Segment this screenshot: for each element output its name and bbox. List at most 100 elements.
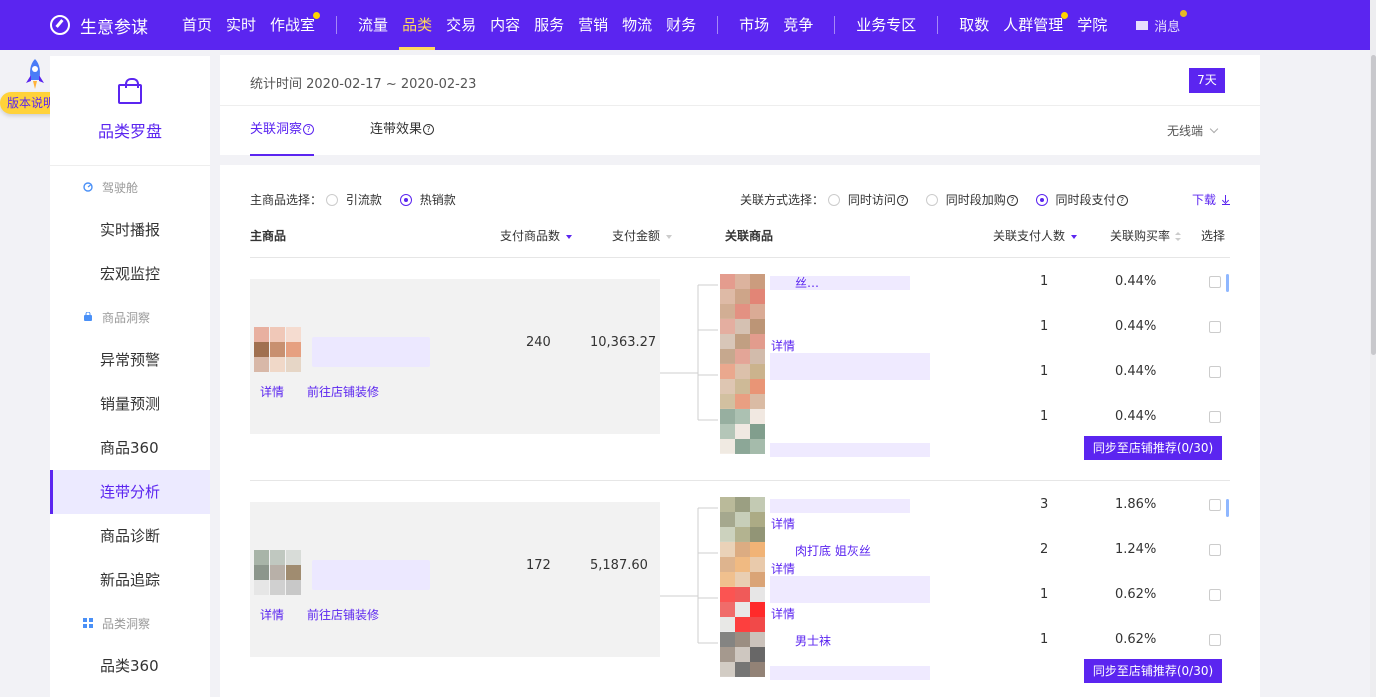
- sidebar-item[interactable]: 新品追踪: [50, 558, 210, 602]
- related-product-thumbnail[interactable]: [720, 587, 765, 632]
- detail-link[interactable]: 详情: [260, 383, 284, 400]
- sidebar-item[interactable]: 异常预警: [50, 338, 210, 382]
- select-checkbox[interactable]: [1209, 544, 1221, 556]
- nav-item[interactable]: 流量: [351, 0, 395, 50]
- radio-cart[interactable]: 同时段加购?: [925, 193, 1018, 207]
- select-checkbox[interactable]: [1209, 634, 1221, 646]
- related-product-thumbnail[interactable]: [720, 542, 765, 587]
- help-icon[interactable]: ?: [896, 195, 908, 206]
- tab-joint-effect[interactable]: 连带效果?: [370, 106, 435, 156]
- nav-item[interactable]: 交易: [439, 0, 483, 50]
- detail-link[interactable]: 详情: [260, 606, 284, 623]
- nav-item[interactable]: 作战室: [263, 0, 322, 50]
- brand[interactable]: 生意参谋: [50, 13, 175, 38]
- main-product-name[interactable]: [312, 560, 430, 590]
- related-list-scrollbar[interactable]: [1226, 274, 1229, 292]
- main-product-thumbnail[interactable]: [254, 550, 302, 595]
- nav-item[interactable]: 竞争: [776, 0, 820, 50]
- shop-decorate-link[interactable]: 前往店铺装修: [307, 383, 379, 400]
- related-list-scrollbar[interactable]: [1226, 499, 1229, 517]
- nav-item[interactable]: 取数: [952, 0, 996, 50]
- help-icon[interactable]: ?: [303, 124, 315, 135]
- col-pay-items[interactable]: 支付商品数: [500, 227, 573, 244]
- related-product-name[interactable]: [770, 589, 930, 603]
- help-icon[interactable]: ?: [1116, 195, 1128, 206]
- download-button[interactable]: 下载: [1192, 191, 1230, 208]
- sort-icon: [1175, 232, 1182, 241]
- relation-connector: [660, 284, 718, 421]
- related-product-thumbnail[interactable]: [720, 274, 765, 319]
- col-related-buyers[interactable]: 关联支付人数: [993, 227, 1078, 244]
- related-detail-link[interactable]: 详情: [771, 605, 795, 622]
- related-product-text[interactable]: 丝…: [795, 274, 819, 291]
- chevron-down-icon: [1209, 124, 1219, 134]
- related-product-row: 丝… 1 0.44%: [720, 274, 1240, 319]
- nav-item[interactable]: 财务: [659, 0, 703, 50]
- sync-to-shop-button[interactable]: 同步至店铺推荐(0/30): [1084, 659, 1222, 683]
- rocket-icon[interactable]: [24, 58, 46, 92]
- related-product-thumbnail[interactable]: [720, 319, 765, 364]
- related-detail-link[interactable]: 详情: [771, 337, 795, 354]
- related-product-text[interactable]: 男士袜: [795, 632, 831, 649]
- help-icon[interactable]: ?: [423, 124, 435, 135]
- help-icon[interactable]: ?: [1006, 195, 1018, 206]
- related-product-name[interactable]: [770, 499, 910, 513]
- scroll-thumb[interactable]: [1371, 55, 1376, 355]
- date-range-button[interactable]: 7天: [1189, 68, 1225, 93]
- main-product-name[interactable]: [312, 337, 430, 367]
- radio-traffic[interactable]: 引流款: [325, 193, 382, 207]
- related-detail-link[interactable]: 详情: [771, 515, 795, 532]
- radio-hot[interactable]: 热销款: [399, 193, 456, 207]
- sync-to-shop-button[interactable]: 同步至店铺推荐(0/30): [1084, 436, 1222, 460]
- related-product-thumbnail[interactable]: [720, 497, 765, 542]
- shop-decorate-link[interactable]: 前往店铺装修: [307, 606, 379, 623]
- related-product-text[interactable]: 肉打底 姐灰丝: [795, 542, 871, 559]
- nav-item[interactable]: 学院: [1070, 0, 1114, 50]
- messages-button[interactable]: 消息: [1136, 9, 1188, 35]
- nav-item[interactable]: 品类: [395, 0, 439, 50]
- related-product-thumbnail[interactable]: [720, 409, 765, 454]
- select-checkbox[interactable]: [1209, 499, 1221, 511]
- select-checkbox[interactable]: [1209, 366, 1221, 378]
- select-checkbox[interactable]: [1209, 411, 1221, 423]
- sidebar-item[interactable]: 商品诊断: [50, 514, 210, 558]
- nav-item[interactable]: 内容: [483, 0, 527, 50]
- sidebar-item[interactable]: 商品360: [50, 426, 210, 470]
- related-product-thumbnail[interactable]: [720, 364, 765, 409]
- nav-item[interactable]: 首页: [175, 0, 219, 50]
- related-product-name[interactable]: [770, 443, 930, 457]
- nav-item[interactable]: 业务专区: [849, 0, 923, 50]
- col-label: 支付商品数: [500, 229, 561, 243]
- radio-label: 热销款: [419, 193, 456, 207]
- nav-item[interactable]: 市场: [732, 0, 776, 50]
- related-product-name[interactable]: [770, 366, 930, 380]
- related-product-name[interactable]: [770, 666, 930, 680]
- radio-visit[interactable]: 同时访问?: [827, 193, 908, 207]
- device-select[interactable]: 无线端: [1167, 122, 1219, 139]
- sidebar-item[interactable]: 连带分析: [50, 470, 210, 514]
- nav-item[interactable]: 物流: [615, 0, 659, 50]
- tab-association-insight[interactable]: 关联洞察?: [250, 106, 315, 156]
- related-product-name[interactable]: [770, 276, 910, 290]
- related-product-thumbnail[interactable]: [720, 632, 765, 677]
- main-product-thumbnail[interactable]: [254, 327, 302, 372]
- sidebar-item[interactable]: 实时播报: [50, 208, 210, 252]
- sidebar-item[interactable]: 宏观监控: [50, 252, 210, 296]
- select-checkbox[interactable]: [1209, 276, 1221, 288]
- nav-item[interactable]: 人群管理: [996, 0, 1070, 50]
- select-checkbox[interactable]: [1209, 589, 1221, 601]
- select-checkbox[interactable]: [1209, 321, 1221, 333]
- nav-item[interactable]: 营销: [571, 0, 615, 50]
- related-detail-link[interactable]: 详情: [771, 560, 795, 577]
- nav-item[interactable]: 实时: [219, 0, 263, 50]
- sidebar-item[interactable]: 品类360: [50, 644, 210, 688]
- radio-pay[interactable]: 同时段支付?: [1035, 193, 1128, 207]
- related-buyers-value: 2: [1040, 542, 1049, 557]
- col-pay-amount[interactable]: 支付金额: [612, 227, 673, 244]
- page-scrollbar[interactable]: [1370, 0, 1376, 697]
- sidebar-item[interactable]: 销量预测: [50, 382, 210, 426]
- nav-item[interactable]: 服务: [527, 0, 571, 50]
- col-related-rate[interactable]: 关联购买率: [1110, 227, 1182, 244]
- pay-items-value: 240: [526, 335, 551, 350]
- sidebar-group: 商品洞察: [50, 296, 210, 338]
